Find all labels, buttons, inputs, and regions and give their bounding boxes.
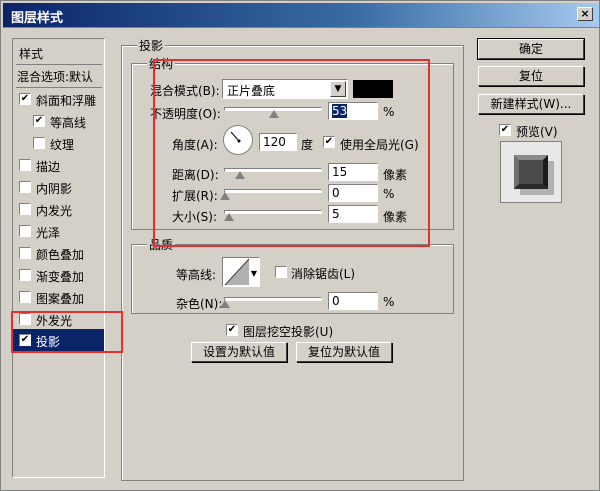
noise-unit: % — [383, 295, 395, 309]
title-bar[interactable]: 图层样式 × — [3, 3, 599, 27]
layer-style-dialog: 图层样式 × 样式 混合选项:默认 ✔ 斜面和浮雕 ✔ 等高线 纹理 描边 内阴… — [0, 0, 600, 491]
texture-checkbox[interactable] — [33, 137, 45, 149]
reset-button[interactable]: 复位 — [478, 66, 584, 86]
preview-label: 预览(V) — [516, 125, 558, 139]
contour-label: 等高线 — [50, 116, 87, 130]
new-style-button[interactable]: 新建样式(W)... — [478, 94, 584, 114]
blending-options-item[interactable]: 混合选项:默认 — [13, 64, 104, 86]
inner-shadow-label: 内阴影 — [36, 182, 73, 196]
color-overlay-checkbox[interactable] — [19, 247, 31, 259]
contour-dropdown-icon[interactable]: ▼ — [251, 266, 257, 282]
contour-picker[interactable]: ▼ — [222, 257, 260, 287]
styles-header[interactable]: 样式 — [13, 41, 104, 63]
pattern-overlay-checkbox[interactable] — [19, 291, 31, 303]
title-separator — [3, 27, 599, 28]
ok-label: 确定 — [518, 42, 543, 56]
preview-thumbnail-icon — [501, 142, 561, 202]
set-default-label: 设置为默认值 — [202, 345, 275, 359]
bevel-emboss-label: 斜面和浮雕 — [36, 94, 97, 108]
styles-list: 样式 混合选项:默认 ✔ 斜面和浮雕 ✔ 等高线 纹理 描边 内阴影 内发光 光… — [12, 38, 105, 478]
contour-field-label: 等高线: — [176, 268, 217, 282]
blending-options-label: 混合选项:默认 — [17, 70, 94, 84]
reset-label: 复位 — [518, 69, 543, 83]
inner-shadow-checkbox[interactable] — [19, 181, 31, 193]
contour-checkbox[interactable]: ✔ — [33, 115, 45, 127]
noise-input[interactable]: 0 — [328, 292, 378, 310]
reset-default-button[interactable]: 复位为默认值 — [296, 342, 392, 362]
style-item-texture[interactable]: 纹理 — [13, 132, 104, 154]
satin-label: 光泽 — [36, 226, 61, 240]
stroke-label: 描边 — [36, 160, 61, 174]
new-style-label: 新建样式(W)... — [490, 97, 572, 111]
color-overlay-label: 颜色叠加 — [36, 248, 85, 262]
style-item-inner-shadow[interactable]: 内阴影 — [13, 176, 104, 198]
knockout-checkbox[interactable]: ✔ — [226, 324, 238, 336]
styles-header-label: 样式 — [19, 47, 44, 61]
satin-checkbox[interactable] — [19, 225, 31, 237]
texture-label: 纹理 — [50, 138, 75, 152]
bevel-emboss-checkbox[interactable]: ✔ — [19, 93, 31, 105]
knockout-label: 图层挖空投影(U) — [243, 325, 334, 339]
ok-button[interactable]: 确定 — [477, 38, 585, 60]
noise-label: 杂色(N): — [176, 297, 223, 311]
style-preview — [500, 141, 562, 203]
antialias-checkbox[interactable] — [275, 266, 287, 278]
inner-glow-checkbox[interactable] — [19, 203, 31, 215]
noise-slider[interactable] — [224, 297, 322, 301]
reset-default-label: 复位为默认值 — [307, 345, 380, 359]
contour-curve-icon — [224, 258, 250, 286]
style-item-color-overlay[interactable]: 颜色叠加 — [13, 242, 104, 264]
style-item-satin[interactable]: 光泽 — [13, 220, 104, 242]
gradient-overlay-checkbox[interactable] — [19, 269, 31, 281]
style-item-contour[interactable]: ✔ 等高线 — [13, 110, 104, 132]
close-button[interactable]: × — [577, 7, 593, 21]
style-item-stroke[interactable]: 描边 — [13, 154, 104, 176]
preview-checkbox[interactable]: ✔ — [499, 124, 511, 136]
style-item-inner-glow[interactable]: 内发光 — [13, 198, 104, 220]
pattern-overlay-label: 图案叠加 — [36, 292, 85, 306]
antialias-label: 消除锯齿(L) — [291, 267, 356, 281]
inner-glow-label: 内发光 — [36, 204, 73, 218]
style-item-pattern-overlay[interactable]: 图案叠加 — [13, 286, 104, 308]
drop-shadow-group-title: 投影 — [137, 37, 166, 54]
stroke-checkbox[interactable] — [19, 159, 31, 171]
set-default-button[interactable]: 设置为默认值 — [191, 342, 287, 362]
noise-slider-thumb[interactable] — [220, 300, 230, 308]
noise-value: 0 — [332, 294, 340, 308]
style-item-gradient-overlay[interactable]: 渐变叠加 — [13, 264, 104, 286]
gradient-overlay-label: 渐变叠加 — [36, 270, 85, 284]
style-item-bevel-emboss[interactable]: ✔ 斜面和浮雕 — [13, 88, 104, 110]
window-title: 图层样式 — [11, 11, 64, 26]
structure-highlight-box — [153, 59, 430, 247]
drop-shadow-highlight-box — [11, 311, 123, 353]
